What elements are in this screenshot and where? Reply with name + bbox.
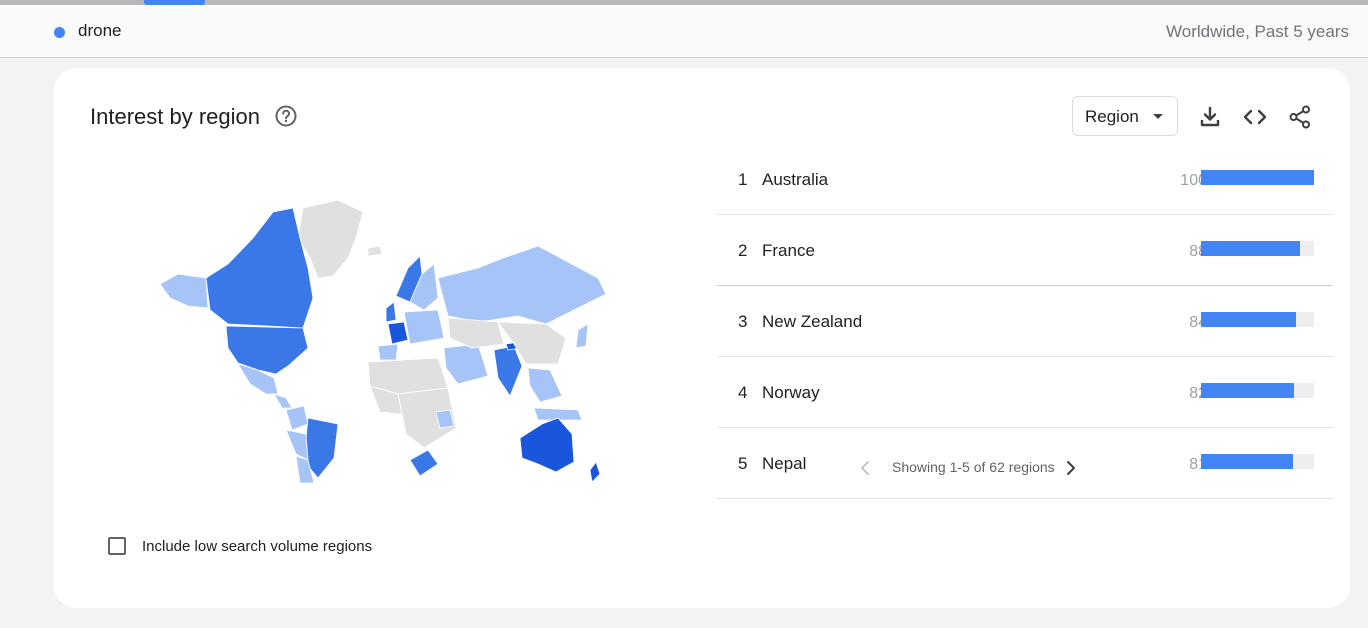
region-name[interactable]: France xyxy=(762,241,815,261)
world-choropleth-map[interactable] xyxy=(158,198,608,484)
share-icon[interactable] xyxy=(1287,104,1313,130)
chevron-left-icon[interactable] xyxy=(858,459,872,482)
region-resolution-select[interactable]: Region xyxy=(1072,96,1178,136)
interest-bar-fill xyxy=(1201,383,1294,398)
region-name[interactable]: Australia xyxy=(762,170,828,190)
region-ranking-list: 1 Australia 100 2 France 88 3 New Zealan… xyxy=(717,144,1333,499)
download-icon[interactable] xyxy=(1197,104,1223,130)
map-region-colombia xyxy=(285,405,309,431)
interest-bar-track xyxy=(1201,383,1314,398)
region-name[interactable]: New Zealand xyxy=(762,312,862,332)
map-region-south-africa xyxy=(409,449,439,477)
embed-code-icon[interactable] xyxy=(1242,104,1268,130)
map-region-iceland xyxy=(367,245,383,257)
map-region-france xyxy=(387,321,409,345)
rank-index: 5 xyxy=(738,454,748,473)
term-color-dot xyxy=(54,27,65,38)
region-name[interactable]: Nepal xyxy=(762,454,806,474)
rank-index: 2 xyxy=(738,241,748,260)
map-region-brazil xyxy=(305,417,339,479)
ranking-row[interactable]: 1 Australia 100 xyxy=(717,144,1333,215)
interest-bar-fill xyxy=(1201,454,1293,469)
map-region-uk xyxy=(385,301,397,323)
interest-bar-fill xyxy=(1201,312,1296,327)
pagination-text: Showing 1-5 of 62 regions xyxy=(892,459,1055,475)
interest-bar-track xyxy=(1201,454,1314,469)
ranking-row[interactable]: 4 Norway 82 xyxy=(717,357,1333,428)
search-term-label[interactable]: drone xyxy=(78,21,121,41)
map-region-peru xyxy=(285,429,309,461)
map-region-central-europe xyxy=(403,309,445,345)
chevron-right-icon[interactable] xyxy=(1064,459,1078,482)
map-region-southeast-asia xyxy=(527,367,563,403)
rank-index: 4 xyxy=(738,383,748,402)
card-title: Interest by region xyxy=(90,104,260,129)
map-region-russia xyxy=(437,245,607,325)
interest-by-region-card: Interest by region Region Include low se… xyxy=(54,68,1350,608)
map-region-canada xyxy=(205,207,314,329)
map-region-central-asia xyxy=(447,317,505,349)
rank-index: 3 xyxy=(738,312,748,331)
active-tab-indicator xyxy=(144,0,205,5)
map-region-usa xyxy=(225,325,309,375)
interest-bar-track xyxy=(1201,241,1314,256)
low-volume-checkbox[interactable] xyxy=(108,537,126,555)
map-region-central-america xyxy=(273,393,293,409)
map-region-india xyxy=(493,345,523,397)
map-region-middle-east xyxy=(443,343,489,385)
map-region-australia xyxy=(519,417,575,473)
ranking-row[interactable]: 3 New Zealand 84 xyxy=(717,286,1333,357)
interest-bar-fill xyxy=(1201,170,1314,185)
map-region-alaska xyxy=(159,273,209,309)
region-select-label: Region xyxy=(1085,107,1139,126)
interest-bar-track xyxy=(1201,170,1314,185)
pagination: Showing 1-5 of 62 regions xyxy=(858,458,1088,478)
map-region-iberia xyxy=(377,343,399,361)
low-volume-checkbox-label[interactable]: Include low search volume regions xyxy=(142,538,372,555)
help-icon[interactable] xyxy=(275,105,297,127)
scope-label: Worldwide, Past 5 years xyxy=(1166,22,1349,41)
interest-bar-fill xyxy=(1201,241,1301,256)
map-region-japan xyxy=(575,323,589,349)
rank-index: 1 xyxy=(738,170,748,189)
region-name[interactable]: Norway xyxy=(762,383,820,403)
ranking-row[interactable]: 2 France 88 xyxy=(717,215,1333,286)
comparison-term-bar: drone Worldwide, Past 5 years xyxy=(0,0,1368,58)
map-region-new-zealand xyxy=(589,461,601,483)
interest-bar-track xyxy=(1201,312,1314,327)
dropdown-caret-icon xyxy=(1153,114,1163,119)
